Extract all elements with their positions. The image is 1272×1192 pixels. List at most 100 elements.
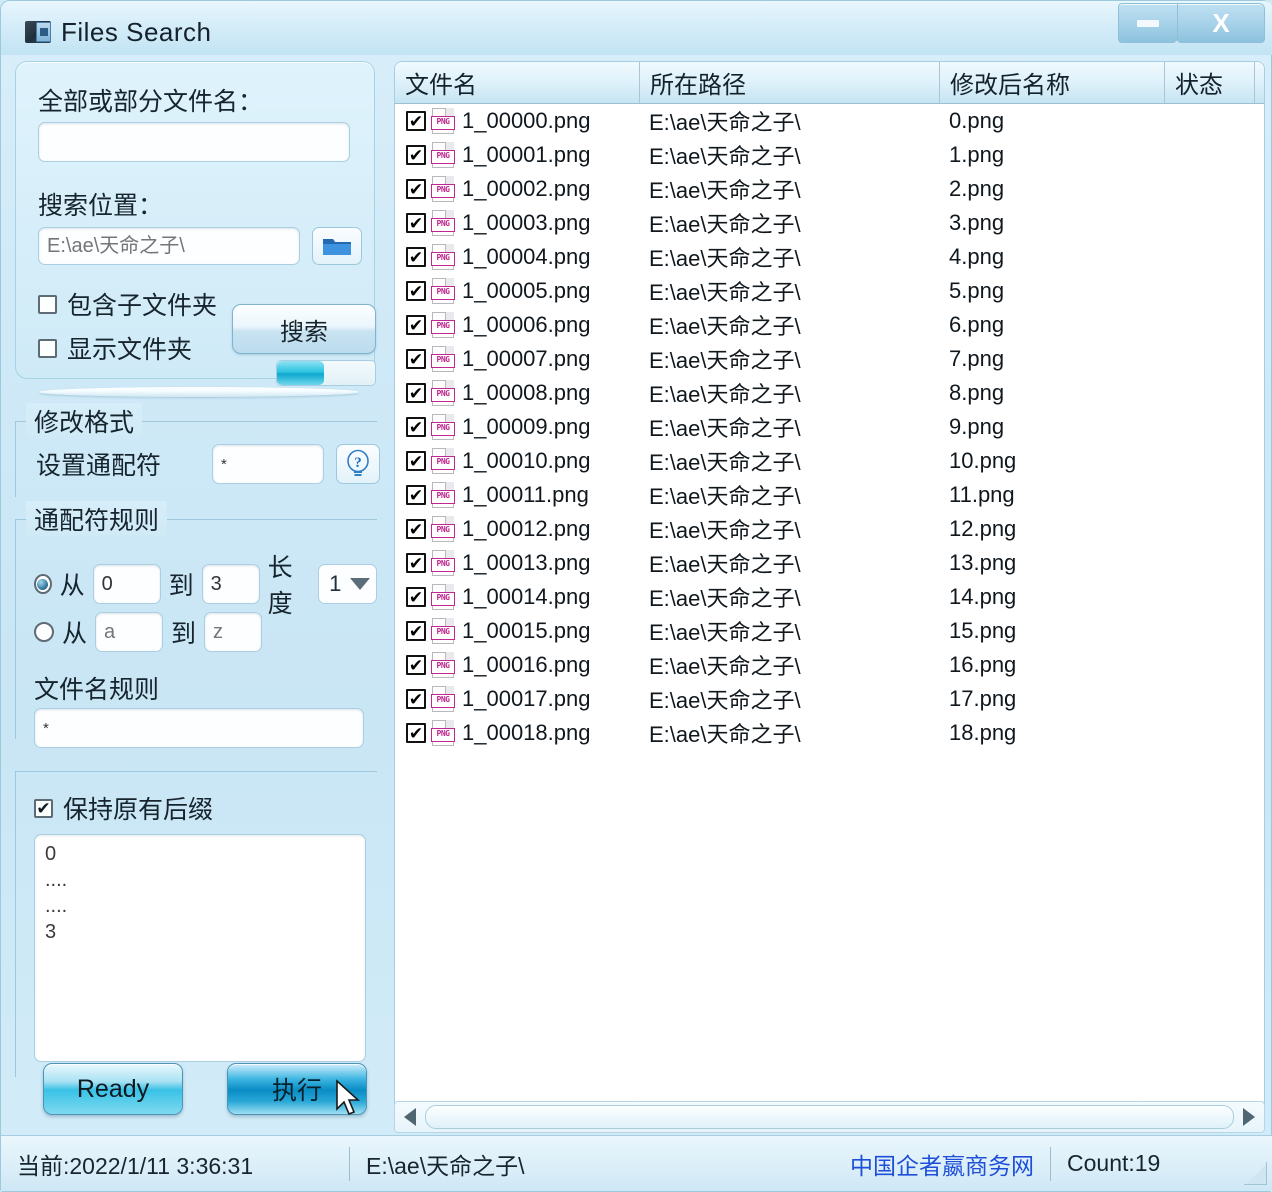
row-checkbox[interactable]: ✔ bbox=[406, 315, 426, 335]
preview-textarea[interactable]: 0 .... .... 3 bbox=[34, 834, 366, 1062]
column-header-newname[interactable]: 修改后名称 bbox=[940, 62, 1165, 103]
png-file-icon: PNG bbox=[432, 652, 454, 678]
resize-grip[interactable] bbox=[1244, 1162, 1267, 1185]
table-row[interactable]: ✔PNG1_00016.pngE:\ae\天命之子\16.png bbox=[395, 648, 1264, 682]
file-name-text: 1_00014.png bbox=[462, 584, 590, 610]
scroll-right-button[interactable] bbox=[1234, 1102, 1264, 1132]
row-checkbox[interactable]: ✔ bbox=[406, 111, 426, 131]
suffix-group: ✔ 保持原有后缀 0 .... .... 3 bbox=[15, 771, 377, 1077]
cell-filename: ✔PNG1_00004.png bbox=[395, 244, 640, 270]
column-header-path[interactable]: 所在路径 bbox=[640, 62, 940, 103]
rule-numeric-radio[interactable] bbox=[34, 574, 52, 594]
row-checkbox[interactable]: ✔ bbox=[406, 349, 426, 369]
table-row[interactable]: ✔PNG1_00017.pngE:\ae\天命之子\17.png bbox=[395, 682, 1264, 716]
rule1-length-select[interactable]: 1 bbox=[318, 564, 377, 604]
rule1-from-input[interactable] bbox=[93, 564, 161, 604]
row-checkbox[interactable]: ✔ bbox=[406, 485, 426, 505]
app-icon bbox=[25, 21, 51, 43]
rule2-to-input[interactable] bbox=[204, 612, 262, 652]
include-subfolders-checkbox[interactable] bbox=[38, 295, 57, 314]
rule1-to-input[interactable] bbox=[202, 564, 260, 604]
rule1-to-label: 到 bbox=[169, 566, 194, 602]
row-checkbox[interactable]: ✔ bbox=[406, 417, 426, 437]
row-checkbox[interactable]: ✔ bbox=[406, 587, 426, 607]
browse-folder-button[interactable] bbox=[312, 227, 362, 265]
row-checkbox[interactable]: ✔ bbox=[406, 451, 426, 471]
minimize-button[interactable] bbox=[1118, 3, 1178, 43]
table-row[interactable]: ✔PNG1_00000.pngE:\ae\天命之子\0.png bbox=[395, 104, 1264, 138]
status-path: E:\ae\天命之子\ bbox=[350, 1145, 834, 1183]
cell-newname: 0.png bbox=[940, 108, 1165, 134]
table-row[interactable]: ✔PNG1_00009.pngE:\ae\天命之子\9.png bbox=[395, 410, 1264, 444]
table-row[interactable]: ✔PNG1_00006.pngE:\ae\天命之子\6.png bbox=[395, 308, 1264, 342]
cell-filename: ✔PNG1_00000.png bbox=[395, 108, 640, 134]
row-checkbox[interactable]: ✔ bbox=[406, 383, 426, 403]
table-row[interactable]: ✔PNG1_00018.pngE:\ae\天命之子\18.png bbox=[395, 716, 1264, 750]
close-button[interactable]: X bbox=[1177, 3, 1265, 43]
horizontal-scrollbar[interactable] bbox=[394, 1101, 1265, 1133]
row-checkbox[interactable]: ✔ bbox=[406, 519, 426, 539]
table-row[interactable]: ✔PNG1_00011.pngE:\ae\天命之子\11.png bbox=[395, 478, 1264, 512]
arrow-left-icon bbox=[404, 1108, 416, 1126]
mouse-cursor bbox=[335, 1079, 361, 1117]
keep-suffix-row[interactable]: ✔ 保持原有后缀 bbox=[34, 790, 213, 826]
table-row[interactable]: ✔PNG1_00008.pngE:\ae\天命之子\8.png bbox=[395, 376, 1264, 410]
cell-newname: 4.png bbox=[940, 244, 1165, 270]
rule-row-alpha[interactable]: 从 到 bbox=[34, 612, 262, 652]
table-row[interactable]: ✔PNG1_00014.pngE:\ae\天命之子\14.png bbox=[395, 580, 1264, 614]
arrow-right-icon bbox=[1243, 1108, 1255, 1126]
scrollbar-track[interactable] bbox=[425, 1105, 1234, 1129]
cell-newname: 17.png bbox=[940, 686, 1165, 712]
keep-suffix-label: 保持原有后缀 bbox=[63, 790, 213, 826]
row-checkbox[interactable]: ✔ bbox=[406, 213, 426, 233]
table-row[interactable]: ✔PNG1_00002.pngE:\ae\天命之子\2.png bbox=[395, 172, 1264, 206]
column-header-status[interactable]: 状态 bbox=[1165, 62, 1255, 103]
ready-button[interactable]: Ready bbox=[43, 1063, 183, 1115]
row-checkbox[interactable]: ✔ bbox=[406, 145, 426, 165]
search-button[interactable]: 搜索 bbox=[232, 304, 376, 354]
table-row[interactable]: ✔PNG1_00013.pngE:\ae\天命之子\13.png bbox=[395, 546, 1264, 580]
cell-newname: 16.png bbox=[940, 652, 1165, 678]
filename-input[interactable] bbox=[38, 122, 350, 162]
table-row[interactable]: ✔PNG1_00007.pngE:\ae\天命之子\7.png bbox=[395, 342, 1264, 376]
wildcard-help-button[interactable]: ? bbox=[336, 444, 380, 484]
table-row[interactable]: ✔PNG1_00004.pngE:\ae\天命之子\4.png bbox=[395, 240, 1264, 274]
row-checkbox[interactable]: ✔ bbox=[406, 281, 426, 301]
include-subfolders-row[interactable]: 包含子文件夹 bbox=[38, 286, 217, 322]
table-row[interactable]: ✔PNG1_00015.pngE:\ae\天命之子\15.png bbox=[395, 614, 1264, 648]
keep-suffix-checkbox[interactable]: ✔ bbox=[34, 799, 53, 818]
table-row[interactable]: ✔PNG1_00010.pngE:\ae\天命之子\10.png bbox=[395, 444, 1264, 478]
filename-rule-label: 文件名规则 bbox=[34, 670, 159, 706]
cell-path: E:\ae\天命之子\ bbox=[640, 445, 940, 477]
show-folders-label: 显示文件夹 bbox=[67, 330, 192, 366]
rule2-from-input[interactable] bbox=[95, 612, 163, 652]
location-input[interactable] bbox=[38, 227, 300, 265]
row-checkbox[interactable]: ✔ bbox=[406, 179, 426, 199]
rule-row-numeric[interactable]: 从 到 长度 1 bbox=[34, 548, 377, 620]
rule1-from-label: 从 bbox=[60, 566, 85, 602]
row-checkbox[interactable]: ✔ bbox=[406, 689, 426, 709]
row-checkbox[interactable]: ✔ bbox=[406, 723, 426, 743]
column-header-filename[interactable]: 文件名 bbox=[395, 62, 640, 103]
table-row[interactable]: ✔PNG1_00001.pngE:\ae\天命之子\1.png bbox=[395, 138, 1264, 172]
filename-rule-input[interactable] bbox=[34, 708, 364, 748]
table-row[interactable]: ✔PNG1_00003.pngE:\ae\天命之子\3.png bbox=[395, 206, 1264, 240]
folder-icon bbox=[322, 235, 352, 257]
show-folders-row[interactable]: 显示文件夹 bbox=[38, 330, 192, 366]
row-checkbox[interactable]: ✔ bbox=[406, 553, 426, 573]
cell-newname: 18.png bbox=[940, 720, 1165, 746]
wildcard-rule-group: 通配符规则 从 到 长度 1 从 到 bbox=[15, 519, 377, 739]
table-row[interactable]: ✔PNG1_00012.pngE:\ae\天命之子\12.png bbox=[395, 512, 1264, 546]
scroll-left-button[interactable] bbox=[395, 1102, 425, 1132]
list-body: ✔PNG1_00000.pngE:\ae\天命之子\0.png✔PNG1_000… bbox=[395, 104, 1264, 1104]
row-checkbox[interactable]: ✔ bbox=[406, 247, 426, 267]
table-row[interactable]: ✔PNG1_00005.pngE:\ae\天命之子\5.png bbox=[395, 274, 1264, 308]
status-brand: 中国企者嬴商务网 bbox=[834, 1145, 1050, 1183]
cell-filename: ✔PNG1_00014.png bbox=[395, 584, 640, 610]
row-checkbox[interactable]: ✔ bbox=[406, 621, 426, 641]
scrollbar-thumb[interactable] bbox=[425, 1105, 1234, 1129]
show-folders-checkbox[interactable] bbox=[38, 339, 57, 358]
row-checkbox[interactable]: ✔ bbox=[406, 655, 426, 675]
wildcard-input[interactable] bbox=[212, 444, 324, 484]
rule-alpha-radio[interactable] bbox=[34, 622, 54, 642]
